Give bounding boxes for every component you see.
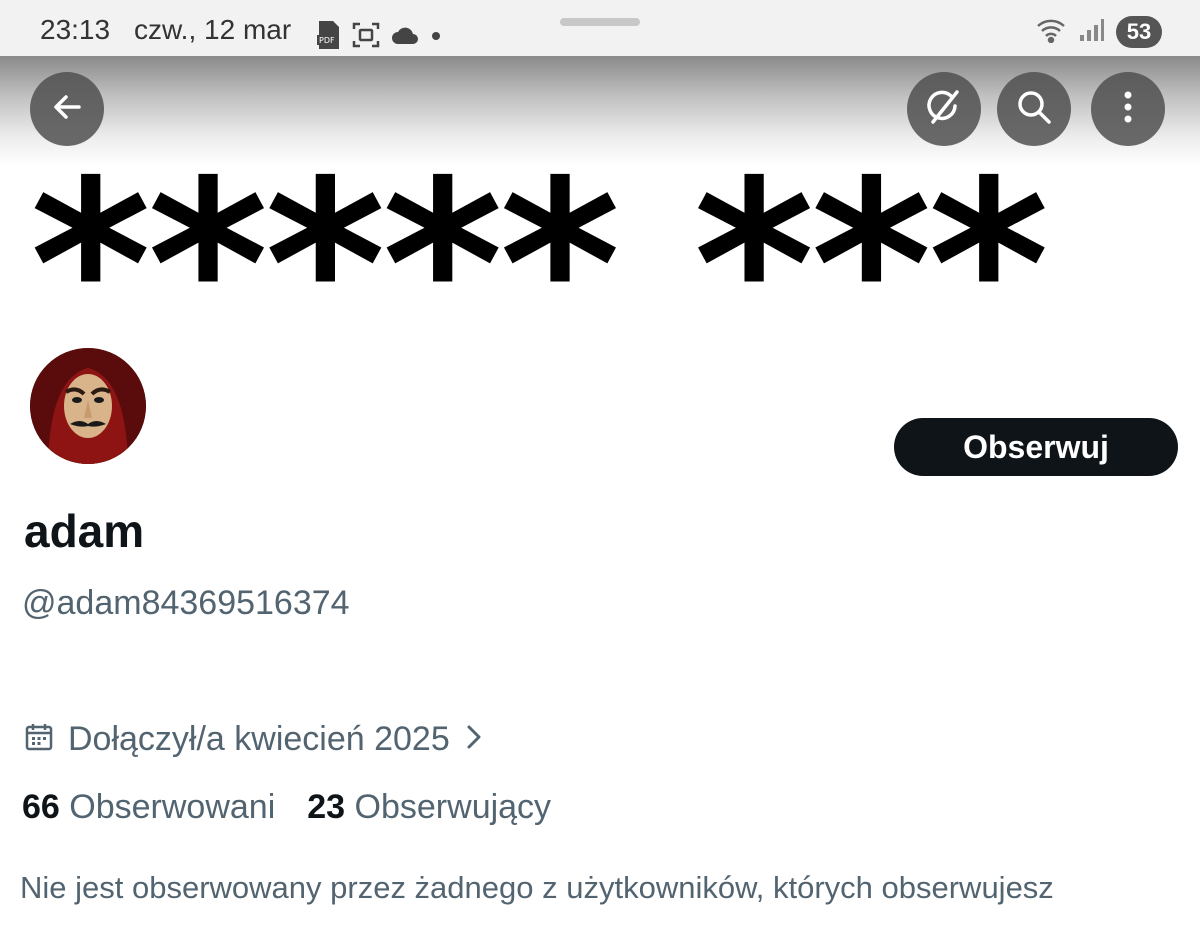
- status-bar: 23:13 czw., 12 mar PDF 53: [0, 0, 1200, 64]
- drag-handle: [560, 18, 640, 26]
- dot-icon: [430, 29, 442, 47]
- followers-label: Obserwujący: [354, 788, 552, 826]
- pdf-icon: PDF: [316, 20, 342, 55]
- wifi-icon: [1036, 17, 1066, 48]
- following-label: Obserwowani: [69, 788, 276, 826]
- joined-date-text: Dołączył/a kwiecień 2025: [68, 720, 450, 758]
- not-followed-notice: Nie jest obserwowany przez żadnego z uży…: [20, 870, 1054, 905]
- followers-count: 23: [307, 788, 346, 826]
- status-time: 23:13: [40, 14, 111, 45]
- grok-icon: [924, 87, 964, 132]
- calendar-icon: [24, 722, 54, 757]
- more-options-button[interactable]: [1091, 72, 1165, 146]
- search-button[interactable]: [997, 72, 1071, 146]
- display-name: adam: [24, 505, 145, 557]
- search-icon: [1015, 88, 1053, 131]
- chevron-right-icon: [464, 722, 484, 757]
- avatar-mask-image: [30, 348, 146, 464]
- follow-stats: 66 Obserwowani 23 Obserwujący: [22, 788, 551, 827]
- svg-text:PDF: PDF: [319, 36, 335, 45]
- profile-screen: 23:13 czw., 12 mar PDF 53 ***** *** Obse…: [0, 0, 1200, 938]
- joined-date-row[interactable]: Dołączył/a kwiecień 2025: [24, 720, 484, 759]
- status-date: czw., 12 mar: [134, 14, 292, 45]
- more-vertical-icon: [1123, 90, 1133, 129]
- back-arrow-icon: [49, 89, 85, 130]
- back-button[interactable]: [30, 72, 104, 146]
- following-link[interactable]: 66 Obserwowani: [22, 788, 275, 827]
- notification-icons: PDF: [316, 20, 442, 55]
- system-icons: 53: [1036, 16, 1162, 48]
- followers-link[interactable]: 23 Obserwujący: [307, 788, 551, 827]
- banner-text: ***** ***: [30, 166, 1049, 326]
- battery-indicator: 53: [1116, 16, 1162, 48]
- grok-button[interactable]: [907, 72, 981, 146]
- cloud-icon: [390, 24, 420, 51]
- signal-icon: [1078, 17, 1104, 48]
- screenshot-icon: [352, 21, 380, 54]
- avatar[interactable]: [30, 348, 146, 464]
- following-count: 66: [22, 788, 60, 826]
- follow-button[interactable]: Obserwuj: [894, 418, 1178, 476]
- user-handle: @adam84369516374: [22, 584, 350, 622]
